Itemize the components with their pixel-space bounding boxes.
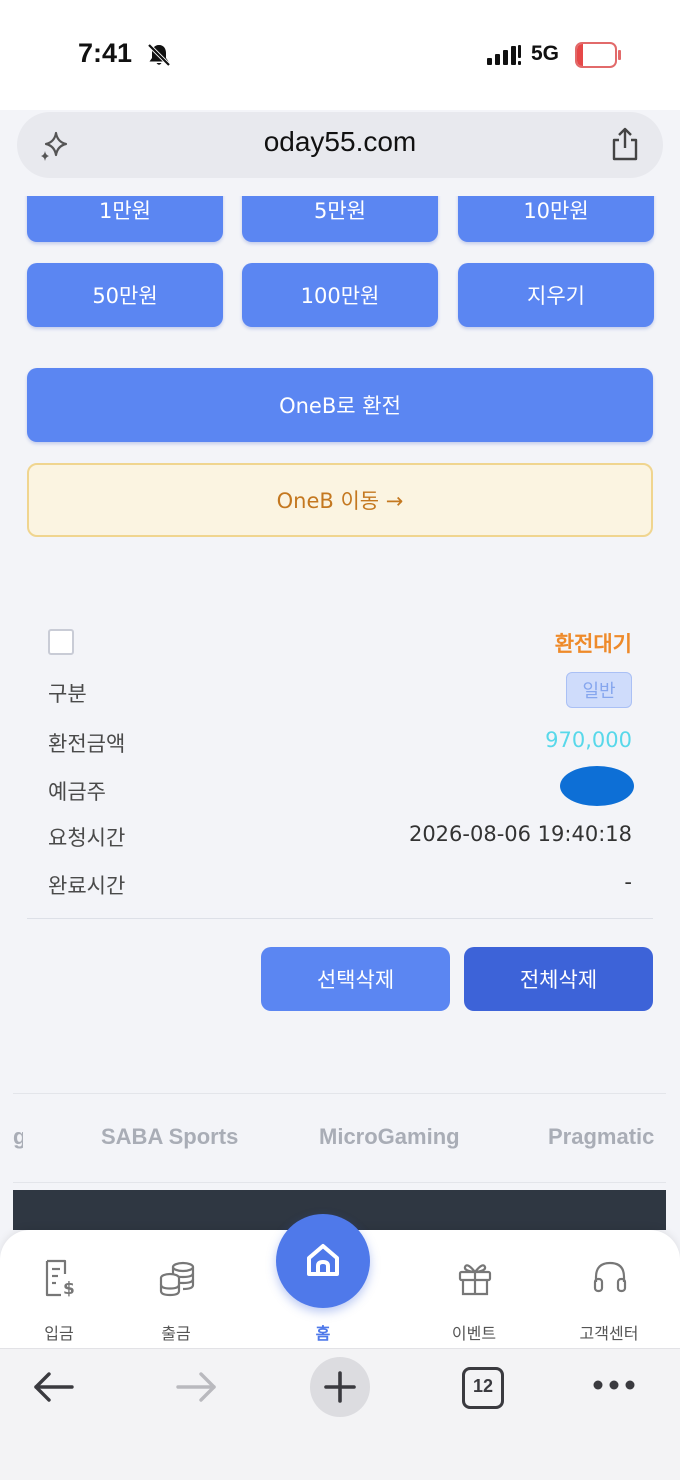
move-to-oneb-button[interactable]: OneB 이동 →: [27, 463, 653, 537]
network-type: 5G: [531, 42, 560, 65]
provider-logo: SABA Sports: [101, 1124, 239, 1149]
clear-button[interactable]: 지우기: [458, 263, 654, 327]
new-tab-button[interactable]: [310, 1357, 370, 1417]
nav-support[interactable]: 고객센터: [554, 1230, 664, 1348]
complete-time-value: -: [624, 870, 632, 894]
nav-home-label: 홈: [315, 1324, 331, 1343]
status-bar: 7:41 5G 17: [0, 0, 680, 110]
bell-muted-icon: [147, 43, 171, 67]
amount-label: 환전금액: [48, 732, 126, 756]
delete-all-button[interactable]: 전체삭제: [464, 947, 653, 1011]
share-icon[interactable]: [609, 126, 641, 162]
nav-withdraw-label: 출금: [161, 1324, 191, 1343]
delete-selected-button[interactable]: 선택삭제: [261, 947, 450, 1011]
provider-logo: g: [13, 1124, 23, 1149]
divider: [27, 918, 653, 919]
category-label: 구분: [48, 682, 87, 706]
amount-button-500k[interactable]: 50만원: [27, 263, 223, 327]
depositor-redaction: [560, 766, 634, 806]
category-badge: 일반: [566, 672, 632, 708]
divider: [13, 1182, 666, 1183]
nav-withdraw[interactable]: 출금: [121, 1230, 231, 1348]
amount-button-100k[interactable]: 10만원: [458, 196, 654, 242]
record-checkbox[interactable]: [48, 629, 74, 655]
amount-button-1m[interactable]: 100만원: [242, 263, 438, 327]
complete-time-label: 완료시간: [48, 874, 126, 898]
plus-icon: [324, 1371, 356, 1403]
amount-value: 970,000: [545, 728, 632, 752]
exchange-page: 1만원 5만원 10만원 50만원 100만원 지우기 OneB로 환전 One…: [0, 196, 680, 1230]
provider-logo: Pragmatic: [548, 1124, 655, 1149]
nav-deposit[interactable]: $ 입금: [4, 1230, 114, 1348]
provider-logo: MicroGaming: [319, 1124, 460, 1149]
nav-event[interactable]: 이벤트: [419, 1230, 529, 1348]
depositor-label: 예금주: [48, 780, 106, 804]
headset-icon: [593, 1261, 627, 1293]
home-icon: [307, 1244, 339, 1276]
nav-deposit-label: 입금: [44, 1324, 74, 1343]
amount-button-50k[interactable]: 5만원: [242, 196, 438, 242]
clock: 7:41: [78, 38, 133, 68]
divider: [13, 1093, 666, 1094]
back-arrow-icon[interactable]: [32, 1371, 74, 1403]
url-text[interactable]: oday55.com: [17, 126, 663, 158]
address-bar[interactable]: oday55.com: [17, 112, 663, 178]
battery-icon: 17: [575, 42, 621, 68]
request-time-value: 2026-08-06 19:40:18: [408, 822, 632, 846]
battery-level: 17: [589, 45, 607, 62]
more-icon[interactable]: [592, 1377, 636, 1393]
nav-event-label: 이벤트: [451, 1324, 497, 1343]
nav-home-button[interactable]: [276, 1214, 370, 1308]
signal-icon: [487, 45, 521, 65]
tabs-button[interactable]: 12: [462, 1367, 504, 1409]
convert-to-oneb-button[interactable]: OneB로 환전: [27, 368, 653, 442]
coins-icon: [159, 1261, 195, 1297]
forward-arrow-icon[interactable]: [176, 1371, 218, 1403]
svg-text:$: $: [63, 1279, 75, 1298]
browser-toolbar: 12: [0, 1348, 680, 1480]
amount-button-10k[interactable]: 1만원: [27, 196, 223, 242]
tabs-count: 12: [472, 1376, 494, 1396]
request-time-label: 요청시간: [48, 826, 126, 850]
nav-support-label: 고객센터: [579, 1324, 639, 1343]
status-text: 환전대기: [554, 632, 632, 656]
gift-icon: [458, 1264, 492, 1296]
deposit-icon: $: [45, 1259, 75, 1298]
